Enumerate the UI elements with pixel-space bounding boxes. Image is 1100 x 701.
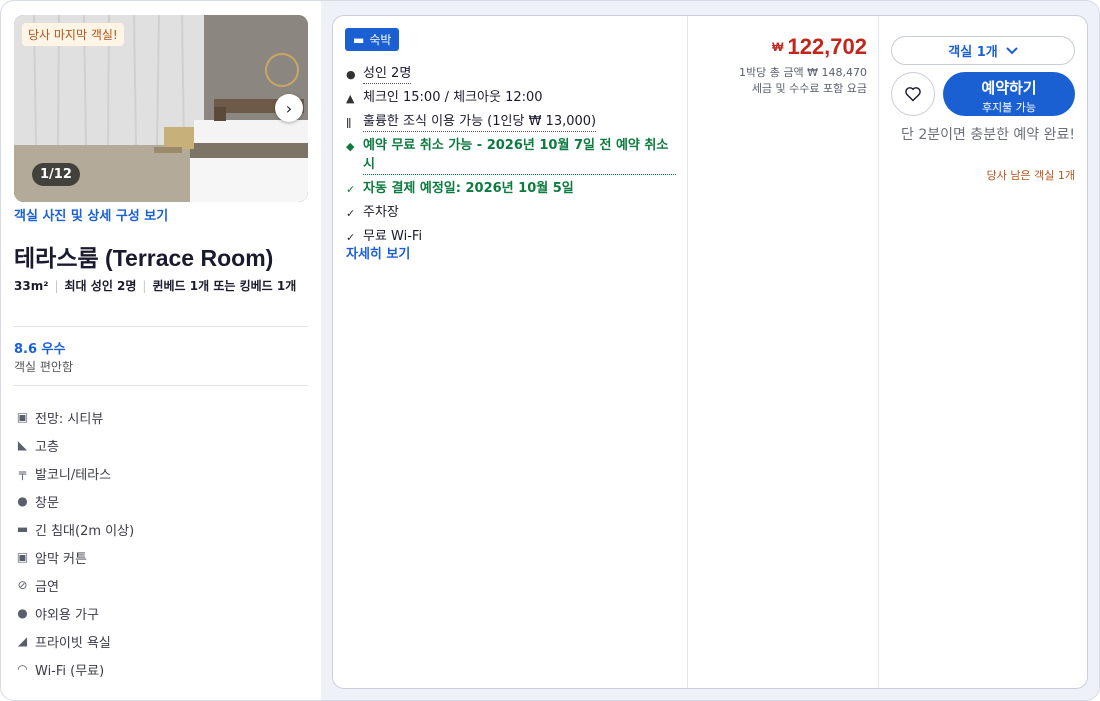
- chevron-down-icon: [1006, 46, 1018, 54]
- next-photo-button[interactable]: ›: [275, 94, 303, 122]
- amenity-label: 야외용 가구: [35, 607, 99, 623]
- more-details-link[interactable]: 자세히 보기: [346, 243, 410, 262]
- amenity-label: Wi-Fi (무료): [35, 663, 105, 679]
- feature-auto-pay: ✓ 자동 결제 예정일: 2026년 10월 5일: [346, 179, 676, 199]
- feature-guests: ● 성인 2명: [346, 64, 676, 84]
- room-occupancy: 최대 성인 2명: [64, 279, 137, 293]
- room-photos-link[interactable]: 객실 사진 및 상세 구성 보기: [14, 205, 168, 224]
- amenity-item: ⊘ 금연: [16, 571, 134, 599]
- feature-parking: ✓ 주차장: [346, 203, 676, 223]
- amenity-item: ▣ 전망: 시티뷰: [16, 403, 134, 431]
- amenity-label: 암막 커튼: [35, 551, 87, 567]
- amenity-item: ● 야외용 가구: [16, 599, 134, 627]
- curtain-icon: ▣: [16, 550, 29, 564]
- bed-icon: ▬: [16, 522, 29, 536]
- bath-icon: ◢: [17, 634, 28, 648]
- photo-counter: 1/12: [32, 163, 80, 186]
- feature-text: 체크인 15:00 / 체크아웃 12:00: [363, 90, 543, 105]
- price-amount: 122,702: [787, 34, 867, 59]
- heart-icon: [905, 87, 921, 102]
- urgency-message: 단 2분이면 충분한 예약 완료!: [901, 127, 1075, 143]
- amenity-item: ◢ 프라이빗 욕실: [16, 627, 134, 655]
- balcony-icon: ╤: [18, 466, 27, 480]
- amenity-label: 전망: 시티뷰: [35, 411, 104, 427]
- tax-note: 세금 및 수수료 포함 요금: [751, 82, 867, 95]
- utensils-icon: ǁ: [346, 116, 352, 129]
- feature-text: 주차장: [363, 205, 399, 220]
- divider: |: [54, 279, 59, 293]
- divider: [687, 16, 688, 688]
- amenity-item: ◣ 고층: [16, 431, 134, 459]
- bell-icon: ▲: [346, 92, 355, 105]
- shield-check-icon: ◆: [346, 140, 355, 153]
- amenity-label: 창문: [35, 495, 59, 511]
- amenity-label: 금연: [35, 579, 59, 595]
- divider: [14, 385, 308, 386]
- wifi-icon: ◠: [17, 662, 28, 676]
- floor-icon: ◣: [17, 438, 28, 452]
- room-photo[interactable]: 당사 마지막 객실! › 1/12: [14, 15, 308, 202]
- check-badge-icon: ●: [17, 606, 28, 620]
- reserve-button[interactable]: 예약하기 후지불 가능: [943, 72, 1075, 116]
- total-price-line: 1박당 총 금액 ₩ 148,470: [739, 66, 867, 79]
- amenity-item: ● 창문: [16, 487, 134, 515]
- last-room-badge: 당사 마지막 객실!: [22, 23, 124, 46]
- room-beds: 퀸베드 1개 또는 킹베드 1개: [152, 279, 297, 293]
- view-icon: ▣: [16, 410, 29, 424]
- check-icon: ✓: [346, 183, 356, 196]
- divider: |: [142, 279, 147, 293]
- amenity-label: 발코니/테라스: [35, 467, 112, 483]
- room-listing: 당사 마지막 객실! › 1/12 객실 사진 및 상세 구성 보기 테라스룸 …: [0, 0, 1100, 701]
- amenity-list: ▣ 전망: 시티뷰 ◣ 고층 ╤ 발코니/테라스 ● 창문 ▬ 긴 침대(2m 이상) ▣…: [16, 403, 134, 683]
- stay-tag: ▬ 숙박: [345, 28, 400, 51]
- bed-icon: ▬: [353, 32, 365, 47]
- feature-text[interactable]: 예약 무료 취소 가능 - 2026년 10월 7일 전 예약 취소 시: [363, 136, 676, 175]
- amenity-label: 고층: [35, 439, 59, 455]
- offer-card: ▬ 숙박 ● 성인 2명 ▲ 체크인 15:00 / 체크아웃 12:00 ǁ …: [332, 15, 1088, 689]
- person-icon: ●: [346, 68, 356, 81]
- amenity-label: 프라이빗 욕실: [35, 635, 111, 651]
- feature-checkin: ▲ 체크인 15:00 / 체크아웃 12:00: [346, 88, 676, 108]
- amenity-item: ▬ 긴 침대(2m 이상): [16, 515, 134, 543]
- room-info-panel: 당사 마지막 객실! › 1/12 객실 사진 및 상세 구성 보기 테라스룸 …: [1, 1, 321, 700]
- offer-features: ● 성인 2명 ▲ 체크인 15:00 / 체크아웃 12:00 ǁ 훌륭한 조…: [346, 64, 676, 251]
- room-title: 테라스룸 (Terrace Room): [14, 245, 274, 271]
- no-smoking-icon: ⊘: [17, 578, 28, 592]
- check-icon: ✓: [346, 207, 356, 220]
- feature-text[interactable]: 훌륭한 조식 이용 가능 (1인당 ₩ 13,000): [363, 112, 597, 132]
- amenity-item: ▣ 암막 커튼: [16, 543, 134, 571]
- rooms-left-notice: 당사 남은 객실 1개: [986, 169, 1075, 182]
- room-size: 33m²: [14, 279, 49, 293]
- divider: [14, 326, 308, 327]
- check-badge-icon: ●: [17, 494, 28, 508]
- feature-text[interactable]: 성인 2명: [363, 64, 412, 84]
- room-rating-label: 객실 편안함: [14, 360, 74, 374]
- chevron-right-icon: ›: [285, 98, 293, 118]
- feature-breakfast: ǁ 훌륭한 조식 이용 가능 (1인당 ₩ 13,000): [346, 112, 676, 132]
- reserve-sublabel: 후지불 가능: [981, 101, 1037, 114]
- feature-text: 자동 결제 예정일: 2026년 10월 5일: [363, 181, 574, 196]
- currency-symbol: ₩: [772, 40, 784, 54]
- room-count-value: 객실 1개: [948, 45, 998, 60]
- favorite-button[interactable]: [891, 72, 935, 116]
- room-specs: 33m² | 최대 성인 2명 | 퀸베드 1개 또는 킹베드 1개: [14, 277, 299, 296]
- feature-free-cancel: ◆ 예약 무료 취소 가능 - 2026년 10월 7일 전 예약 취소 시: [346, 136, 676, 175]
- amenity-item: ◠ Wi-Fi (무료): [16, 655, 134, 683]
- stay-tag-label: 숙박: [369, 33, 392, 47]
- reserve-label: 예약하기: [981, 79, 1037, 97]
- divider: [878, 16, 879, 688]
- room-rating: 8.6 우수: [14, 342, 66, 357]
- nightly-price: ₩122,702: [772, 34, 867, 60]
- room-count-select[interactable]: 객실 1개: [891, 36, 1075, 65]
- amenity-item: ╤ 발코니/테라스: [16, 459, 134, 487]
- amenity-label: 긴 침대(2m 이상): [35, 523, 135, 539]
